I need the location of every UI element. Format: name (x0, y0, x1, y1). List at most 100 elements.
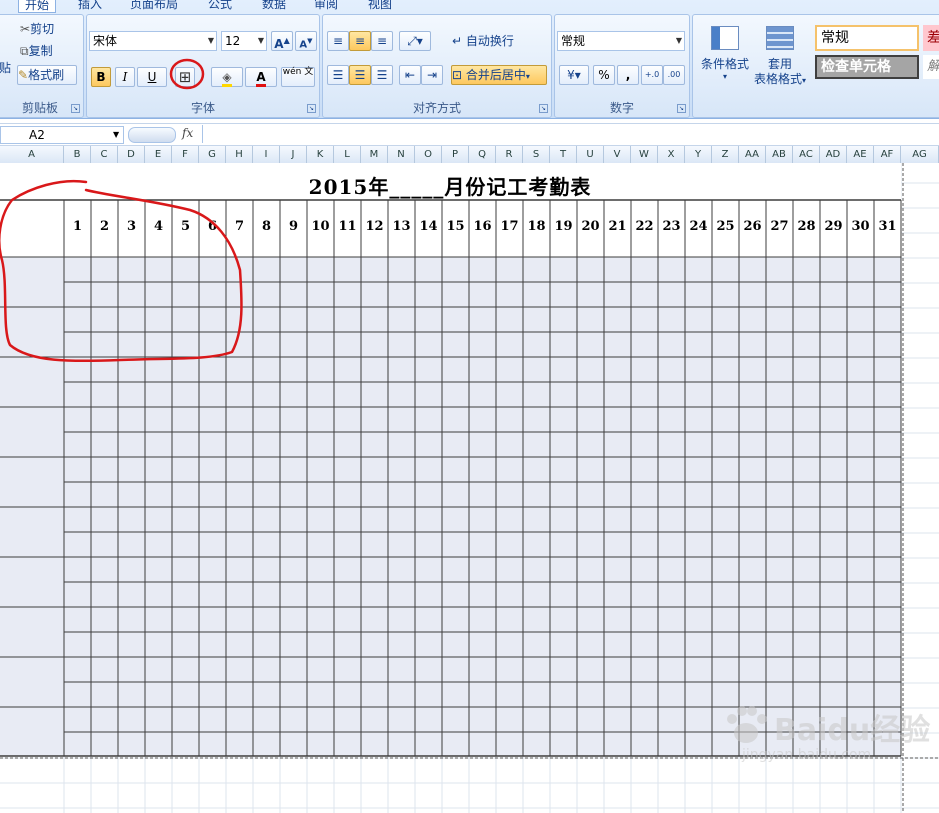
column-header-c[interactable]: C (91, 146, 118, 163)
accounting-button[interactable]: ¥▾ (559, 65, 589, 85)
day-label[interactable]: 4 (145, 219, 172, 234)
day-label[interactable]: 24 (685, 219, 712, 234)
comma-button[interactable]: , (617, 65, 639, 85)
day-label[interactable]: 3 (118, 219, 145, 234)
style-explanatory-cell[interactable]: 解 (923, 55, 939, 79)
style-bad-cell[interactable]: 差 (923, 25, 939, 51)
paste-button-partial[interactable]: 贴 (0, 59, 11, 76)
align-middle-button[interactable]: ≡ (349, 31, 371, 51)
day-label[interactable]: 9 (280, 219, 307, 234)
clipboard-launcher-icon[interactable]: ↘ (71, 104, 80, 113)
column-header-y[interactable]: Y (685, 146, 712, 163)
name-box[interactable]: A2 ▼ (0, 126, 124, 144)
column-header-g[interactable]: G (199, 146, 226, 163)
shrink-font-button[interactable]: A▼ (295, 31, 317, 51)
day-label[interactable]: 5 (172, 219, 199, 234)
column-header-i[interactable]: I (253, 146, 280, 163)
column-header-ac[interactable]: AC (793, 146, 820, 163)
grow-font-button[interactable]: A▲ (271, 31, 293, 51)
day-label[interactable]: 7 (226, 219, 253, 234)
align-center-button[interactable]: ☰ (349, 65, 371, 85)
align-bottom-button[interactable]: ≡ (371, 31, 393, 51)
sheet-title[interactable]: 2015年_____月份记工考勤表 (0, 171, 900, 200)
fill-color-button[interactable]: ◈ (211, 67, 243, 87)
column-header-r[interactable]: R (496, 146, 523, 163)
underline-button[interactable]: U (137, 67, 167, 87)
column-header-m[interactable]: M (361, 146, 388, 163)
column-header-u[interactable]: U (577, 146, 604, 163)
day-label[interactable]: 18 (523, 219, 550, 234)
cut-button[interactable]: ✂剪切 (19, 19, 75, 39)
column-header-k[interactable]: K (307, 146, 334, 163)
style-normal-cell[interactable]: 常规 (815, 25, 919, 51)
day-label[interactable]: 21 (604, 219, 631, 234)
column-header-ab[interactable]: AB (766, 146, 793, 163)
tab-formulas[interactable]: 公式 (208, 0, 232, 11)
day-label[interactable]: 14 (415, 219, 442, 234)
column-header-q[interactable]: Q (469, 146, 496, 163)
column-header-w[interactable]: W (631, 146, 658, 163)
style-check-cell[interactable]: 检查单元格 (815, 55, 919, 79)
day-label[interactable]: 28 (793, 219, 820, 234)
column-header-z[interactable]: Z (712, 146, 739, 163)
bold-button[interactable]: B (91, 67, 111, 87)
day-label[interactable]: 16 (469, 219, 496, 234)
column-header-af[interactable]: AF (874, 146, 901, 163)
day-label[interactable]: 31 (874, 219, 901, 234)
column-header-n[interactable]: N (388, 146, 415, 163)
increase-indent-button[interactable]: ⇥ (421, 65, 443, 85)
column-header-p[interactable]: P (442, 146, 469, 163)
align-left-button[interactable]: ☰ (327, 65, 349, 85)
increase-decimal-button[interactable]: +.0 (641, 65, 663, 85)
day-label[interactable]: 11 (334, 219, 361, 234)
day-label[interactable]: 29 (820, 219, 847, 234)
column-header-e[interactable]: E (145, 146, 172, 163)
decrease-indent-button[interactable]: ⇤ (399, 65, 421, 85)
formula-splitter[interactable] (128, 127, 176, 143)
column-header-b[interactable]: B (64, 146, 91, 163)
column-header-x[interactable]: X (658, 146, 685, 163)
format-painter-button[interactable]: ✎格式刷 (17, 65, 77, 85)
column-header-a[interactable]: A (0, 146, 64, 163)
align-top-button[interactable]: ≡ (327, 31, 349, 51)
day-label[interactable]: 23 (658, 219, 685, 234)
day-label[interactable]: 19 (550, 219, 577, 234)
column-header-ad[interactable]: AD (820, 146, 847, 163)
format-as-table-button[interactable]: 套用 表格格式▾ (751, 21, 809, 97)
font-size-combo[interactable]: 12 ▼ (221, 31, 267, 51)
column-header-s[interactable]: S (523, 146, 550, 163)
column-header-f[interactable]: F (172, 146, 199, 163)
number-launcher-icon[interactable]: ↘ (677, 104, 686, 113)
column-header-aa[interactable]: AA (739, 146, 766, 163)
column-header-t[interactable]: T (550, 146, 577, 163)
day-label[interactable]: 10 (307, 219, 334, 234)
font-name-combo[interactable]: 宋体 ▼ (89, 31, 217, 51)
day-label[interactable]: 13 (388, 219, 415, 234)
align-right-button[interactable]: ☰ (371, 65, 393, 85)
day-label[interactable]: 20 (577, 219, 604, 234)
wrap-text-button[interactable]: ↵ 自动换行 (451, 31, 547, 51)
percent-button[interactable]: % (593, 65, 615, 85)
italic-button[interactable]: I (115, 67, 135, 87)
day-label[interactable]: 15 (442, 219, 469, 234)
column-header-d[interactable]: D (118, 146, 145, 163)
day-label[interactable]: 17 (496, 219, 523, 234)
day-label[interactable]: 8 (253, 219, 280, 234)
day-label[interactable]: 25 (712, 219, 739, 234)
alignment-launcher-icon[interactable]: ↘ (539, 104, 548, 113)
insert-function-icon[interactable]: fx (182, 126, 193, 140)
tab-page-layout[interactable]: 页面布局 (130, 0, 178, 11)
tab-review[interactable]: 审阅 (314, 0, 338, 11)
copy-button[interactable]: ⧉复制 (19, 41, 75, 61)
column-header-ag[interactable]: AG (901, 146, 939, 163)
formula-input[interactable] (202, 125, 939, 143)
borders-button[interactable]: ⊞ (175, 67, 195, 87)
tab-home[interactable]: 开始 (18, 0, 57, 13)
font-launcher-icon[interactable]: ↘ (307, 104, 316, 113)
day-label[interactable]: 30 (847, 219, 874, 234)
number-format-combo[interactable]: 常规 ▼ (557, 31, 685, 51)
tab-view[interactable]: 视图 (368, 0, 392, 11)
column-header-o[interactable]: O (415, 146, 442, 163)
orientation-button[interactable]: ⤢▾ (399, 31, 431, 51)
column-header-j[interactable]: J (280, 146, 307, 163)
